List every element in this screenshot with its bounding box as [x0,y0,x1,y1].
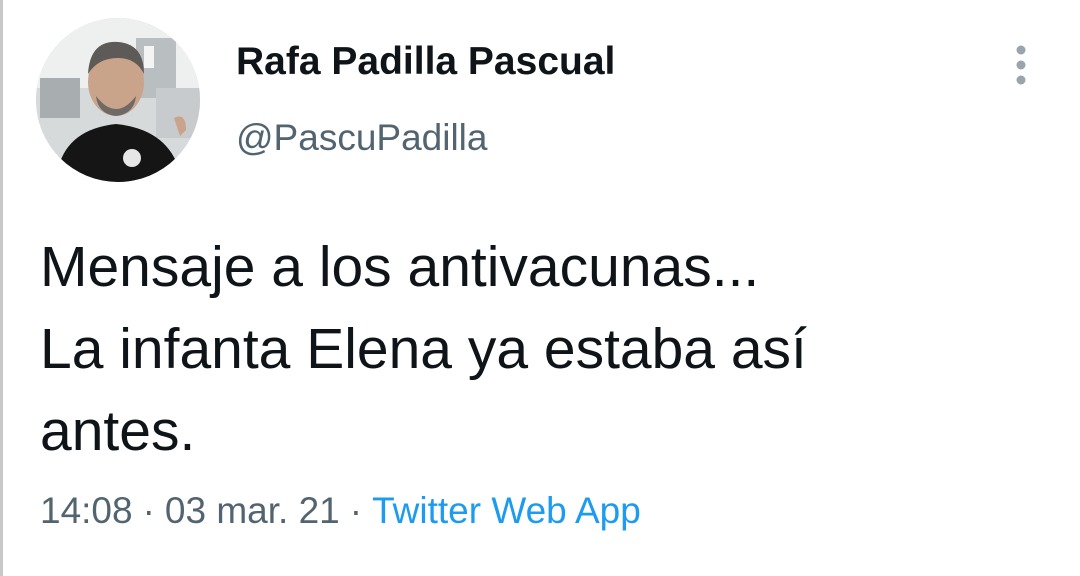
tweet-source-link[interactable]: Twitter Web App [372,490,641,531]
author-display-name[interactable]: Rafa Padilla Pascual [236,40,615,84]
avatar-photo [36,18,200,182]
tweet-card: Rafa Padilla Pascual @PascuPadilla Mensa… [0,0,1080,576]
tweet-meta: 14:08 · 03 mar. 21 · Twitter Web App [40,490,641,532]
more-vertical-icon [1016,45,1026,85]
tweet-text: Mensaje a los antivacunas... La infanta … [40,235,807,463]
tweet-date[interactable]: 03 mar. 21 [165,490,340,531]
avatar[interactable] [36,18,200,182]
meta-separator: · [349,490,363,531]
author-handle[interactable]: @PascuPadilla [236,117,487,159]
meta-separator: · [142,490,155,531]
more-options-button[interactable] [1006,40,1036,90]
tweet-time[interactable]: 14:08 [40,490,133,531]
